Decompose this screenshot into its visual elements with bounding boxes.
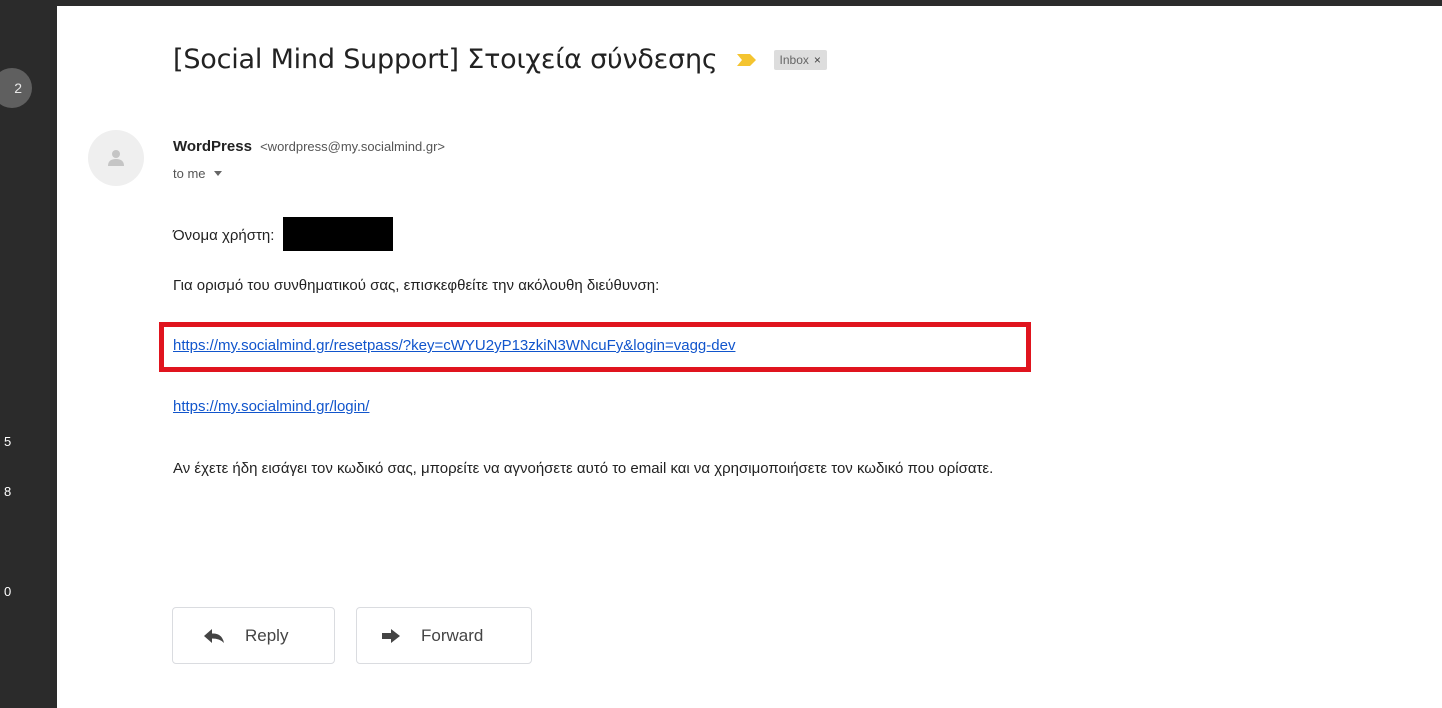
reply-label: Reply <box>245 625 289 645</box>
sidebar-count: 5 <box>4 434 12 449</box>
highlight-annotation-box <box>159 322 1031 372</box>
username-line: Όνομα χρήστη: <box>173 217 393 253</box>
sender-row: WordPress <wordpress@my.socialmind.gr> <box>173 138 445 155</box>
username-label: Όνομα χρήστη: <box>173 226 275 244</box>
inbox-label-chip[interactable]: Inbox × <box>773 49 827 70</box>
left-sidebar-strip: 2 5 8 0 <box>0 0 57 708</box>
label-text: Inbox <box>779 52 809 67</box>
remove-label-icon[interactable]: × <box>814 53 821 67</box>
recipient-text: to me <box>173 166 206 181</box>
top-bar <box>57 0 1442 6</box>
forward-button[interactable]: Forward <box>356 607 532 664</box>
recipient-details-toggle[interactable]: to me <box>173 166 222 181</box>
login-link[interactable]: https://my.socialmind.gr/login/ <box>173 398 369 415</box>
reply-button[interactable]: Reply <box>172 607 335 664</box>
instructions-text: Για ορισμό του συνθηματικού σας, επισκεφ… <box>173 277 660 294</box>
person-icon <box>108 150 124 166</box>
importance-marker-icon[interactable] <box>736 52 758 68</box>
sender-avatar <box>88 130 144 186</box>
reply-icon <box>204 628 224 643</box>
sidebar-count: 0 <box>4 584 12 599</box>
email-subject: [Social Mind Support] Στοιχεία σύνδεσης <box>173 44 718 75</box>
sidebar-count: 8 <box>4 484 12 499</box>
redacted-username <box>282 217 393 251</box>
footer-note: Αν έχετε ήδη εισάγει τον κωδικό σας, μπο… <box>173 460 994 477</box>
unread-count-badge[interactable]: 2 <box>0 68 32 108</box>
forward-label: Forward <box>421 625 484 645</box>
subject-row: [Social Mind Support] Στοιχεία σύνδεσης … <box>173 44 827 75</box>
forward-icon <box>382 628 400 643</box>
sender-email: <wordpress@my.socialmind.gr> <box>260 139 446 154</box>
sender-name[interactable]: WordPress <box>173 138 252 155</box>
chevron-down-icon[interactable] <box>213 171 222 176</box>
